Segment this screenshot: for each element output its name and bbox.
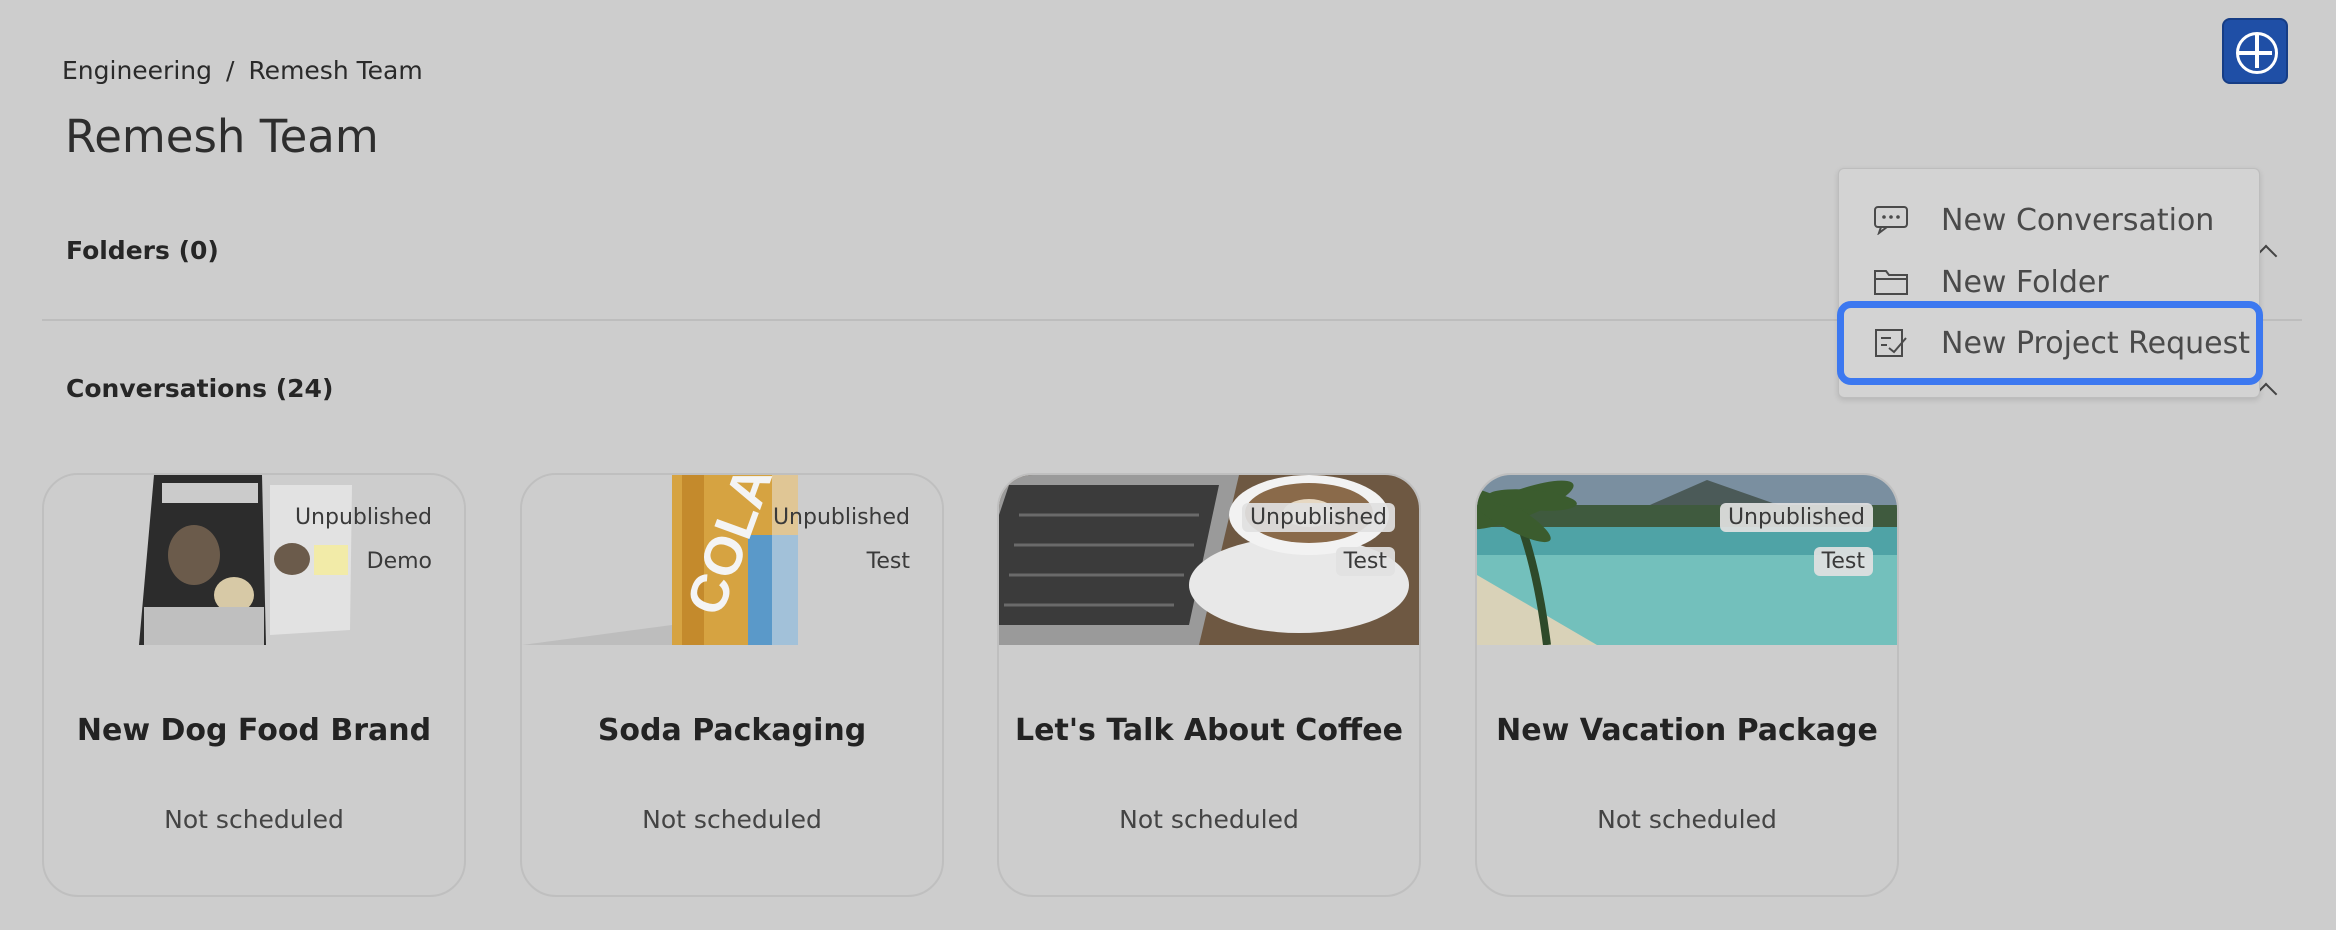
conversations-header[interactable]: Conversations (24) (66, 374, 333, 403)
card-title: New Dog Food Brand (76, 713, 432, 748)
status-badge: Unpublished (1241, 503, 1395, 532)
conversation-card[interactable]: Unpublished Demo New Dog Food Brand Not … (42, 473, 466, 897)
card-status: Not scheduled (642, 805, 822, 834)
card-status: Not scheduled (1119, 805, 1299, 834)
menu-item-label: New Project Request (1941, 325, 2251, 361)
status-badge: Unpublished (1719, 503, 1873, 532)
menu-item-new-conversation[interactable]: New Conversation (1839, 189, 2259, 251)
folders-header[interactable]: Folders (0) (66, 236, 219, 265)
card-title: Let's Talk About Coffee (1015, 713, 1403, 748)
breadcrumb-separator: / (226, 56, 235, 85)
card-title: Soda Packaging (597, 713, 867, 748)
menu-item-label: New Conversation (1941, 202, 2215, 238)
status-badge: Unpublished (294, 505, 432, 530)
add-new-button[interactable] (2222, 18, 2288, 84)
card-status: Not scheduled (1597, 805, 1777, 834)
page-title: Remesh Team (65, 110, 379, 163)
plus-icon (2236, 32, 2278, 74)
tag-badge: Test (866, 549, 910, 574)
conversation-card[interactable]: COLA Unpublished Test Soda Packaging Not… (520, 473, 944, 897)
menu-item-new-project-request[interactable]: New Project Request (1837, 301, 2263, 385)
conversation-card[interactable]: Unpublished Test Let's Talk About Coffee… (997, 473, 1421, 897)
checklist-icon (1875, 329, 1907, 357)
breadcrumb-current: Remesh Team (248, 56, 423, 85)
status-badge: Unpublished (772, 505, 910, 530)
card-status: Not scheduled (164, 805, 344, 834)
folder-icon (1874, 270, 1908, 295)
menu-item-label: New Folder (1941, 264, 2109, 300)
card-title: New Vacation Package (1496, 713, 1878, 748)
tag-badge: Test (1813, 547, 1873, 576)
chat-bubble-icon (1874, 206, 1908, 235)
conversation-card[interactable]: Unpublished Test New Vacation Package No… (1475, 473, 1899, 897)
breadcrumb: Engineering / Remesh Team (62, 56, 423, 85)
add-new-menu: New Conversation New Folder New Project … (1837, 168, 2263, 398)
breadcrumb-engineering[interactable]: Engineering (62, 56, 212, 85)
tag-badge: Test (1335, 547, 1395, 576)
tag-badge: Demo (366, 549, 432, 574)
